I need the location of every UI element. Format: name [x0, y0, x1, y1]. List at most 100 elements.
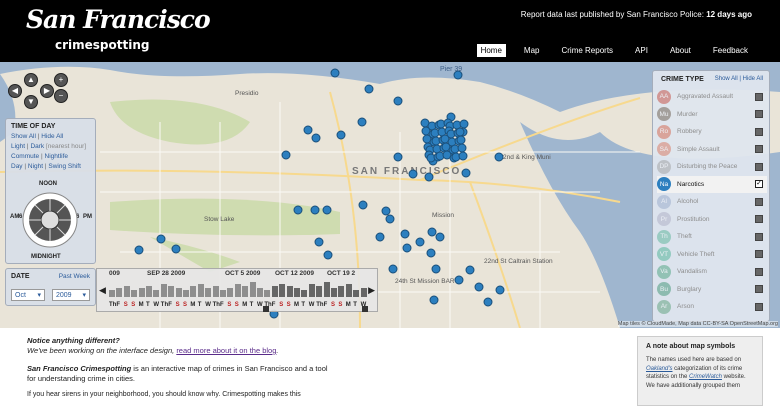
site-logo[interactable]: San Francisco: [26, 5, 211, 34]
crime-marker[interactable]: [435, 232, 445, 242]
crime-marker[interactable]: [429, 295, 439, 305]
crime-marker[interactable]: [134, 245, 144, 255]
crime-marker[interactable]: [454, 275, 464, 285]
crime-marker[interactable]: [474, 282, 484, 292]
past-week-link[interactable]: Past Week: [59, 273, 90, 280]
crime-marker[interactable]: [459, 119, 469, 129]
crime-marker[interactable]: [461, 168, 471, 178]
crime-marker[interactable]: [456, 135, 466, 145]
crime-marker[interactable]: [293, 205, 303, 215]
crime-type-row[interactable]: Mu Murder: [657, 106, 767, 123]
oakland-link[interactable]: Oakland's: [646, 366, 673, 372]
pan-down-button[interactable]: ▼: [24, 95, 38, 109]
crime-type-row[interactable]: Bu Burglary: [657, 281, 767, 298]
crime-marker[interactable]: [336, 130, 346, 140]
crime-type-checkbox[interactable]: [755, 145, 763, 153]
crime-type-row[interactable]: VT Vehicle Theft: [657, 246, 767, 263]
zoom-out-button[interactable]: −: [54, 89, 68, 103]
crime-type-checkbox[interactable]: [755, 92, 763, 101]
crime-type-checkbox[interactable]: [755, 215, 763, 223]
crime-marker[interactable]: [314, 237, 324, 247]
crime-type-row[interactable]: Ro Robbery: [657, 123, 767, 140]
time-show-all[interactable]: Show All: [11, 133, 36, 140]
crime-type-checkbox[interactable]: [755, 162, 763, 171]
crime-type-checkbox[interactable]: [755, 232, 763, 241]
crime-marker[interactable]: [385, 214, 395, 224]
crime-map[interactable]: Presidio SAN FRANCISCO Stow Lake 2nd & K…: [0, 62, 780, 328]
crime-type-checkbox[interactable]: [755, 127, 763, 136]
nav-about[interactable]: About: [666, 44, 695, 57]
crime-marker[interactable]: [358, 200, 368, 210]
time-light[interactable]: Light: [11, 143, 25, 150]
crime-marker[interactable]: [426, 248, 436, 258]
date-timeline[interactable]: ◀ ▶ 009 SEP 28 2009 OCT 5 2009 OCT 12 20…: [96, 268, 378, 312]
crime-marker[interactable]: [494, 152, 504, 162]
blog-link[interactable]: read more about it on the blog: [176, 346, 276, 355]
crime-marker[interactable]: [457, 143, 467, 153]
crime-type-row[interactable]: Va Vandalism: [657, 263, 767, 280]
zoom-in-button[interactable]: +: [54, 73, 68, 87]
crime-marker[interactable]: [311, 133, 321, 143]
crimewatch-link[interactable]: CrimeWatch: [689, 374, 722, 380]
crime-marker[interactable]: [310, 205, 320, 215]
month-select[interactable]: Oct ▾: [11, 289, 45, 301]
crime-show-all[interactable]: Show All: [715, 76, 738, 82]
year-select[interactable]: 2009 ▾: [52, 289, 90, 301]
crime-marker[interactable]: [455, 127, 465, 137]
nav-home[interactable]: Home: [476, 44, 506, 57]
crime-marker[interactable]: [303, 125, 313, 135]
time-nightlife[interactable]: Nightlife: [45, 153, 68, 160]
crime-marker[interactable]: [453, 70, 463, 80]
crime-type-row[interactable]: SA Simple Assault: [657, 141, 767, 158]
crime-marker[interactable]: [465, 265, 475, 275]
pan-right-button[interactable]: ▶: [40, 84, 54, 98]
time-dark[interactable]: Dark: [30, 143, 44, 150]
crime-marker[interactable]: [364, 84, 374, 94]
crime-marker[interactable]: [281, 150, 291, 160]
crime-type-checkbox[interactable]: [755, 302, 763, 311]
timeline-prev-button[interactable]: ◀: [99, 285, 106, 296]
crime-marker[interactable]: [381, 206, 391, 216]
nav-map[interactable]: Map: [520, 44, 544, 57]
crime-type-checkbox[interactable]: ✓: [755, 180, 763, 188]
crime-marker[interactable]: [400, 229, 410, 239]
site-logo-subtitle[interactable]: crimespotting: [55, 38, 149, 52]
crime-marker[interactable]: [393, 152, 403, 162]
crime-marker[interactable]: [322, 205, 332, 215]
crime-marker[interactable]: [427, 227, 437, 237]
range-end-handle[interactable]: [362, 306, 368, 312]
crime-type-checkbox[interactable]: [755, 197, 763, 206]
crime-marker[interactable]: [483, 297, 493, 307]
nav-crime-reports[interactable]: Crime Reports: [557, 44, 617, 57]
crime-marker[interactable]: [393, 96, 403, 106]
timeline-next-button[interactable]: ▶: [368, 285, 375, 296]
pan-left-button[interactable]: ◀: [8, 84, 22, 98]
crime-type-row[interactable]: Th Theft: [657, 228, 767, 245]
nav-feedback[interactable]: Feedback: [709, 44, 752, 57]
crime-hide-all[interactable]: Hide All: [743, 76, 763, 82]
crime-type-checkbox[interactable]: [755, 285, 763, 293]
crime-marker[interactable]: [323, 250, 333, 260]
nav-api[interactable]: API: [631, 44, 652, 57]
crime-type-row[interactable]: Na Narcotics ✓: [657, 175, 767, 193]
crime-type-checkbox[interactable]: [755, 250, 763, 258]
crime-marker[interactable]: [408, 169, 418, 179]
crime-marker[interactable]: [357, 117, 367, 127]
crime-marker[interactable]: [458, 151, 468, 161]
crime-marker[interactable]: [415, 237, 425, 247]
crime-type-row[interactable]: AA Aggravated Assault: [657, 88, 767, 105]
crime-marker[interactable]: [156, 234, 166, 244]
crime-type-row[interactable]: DP Disturbing the Peace: [657, 158, 767, 175]
crime-marker[interactable]: [495, 285, 505, 295]
crime-marker[interactable]: [330, 68, 340, 78]
time-dial[interactable]: NOON AM 6 6 PM MIDNIGHT: [10, 181, 92, 263]
crime-type-checkbox[interactable]: [755, 267, 763, 276]
time-commute[interactable]: Commute: [11, 153, 39, 160]
crime-type-row[interactable]: Ar Arson: [657, 298, 767, 315]
crime-marker[interactable]: [375, 232, 385, 242]
crime-marker[interactable]: [171, 244, 181, 254]
time-night[interactable]: Night: [28, 163, 43, 170]
crime-type-row[interactable]: Pr Prostitution: [657, 211, 767, 228]
pan-up-button[interactable]: ▲: [24, 73, 38, 87]
range-start-handle[interactable]: [263, 306, 269, 312]
